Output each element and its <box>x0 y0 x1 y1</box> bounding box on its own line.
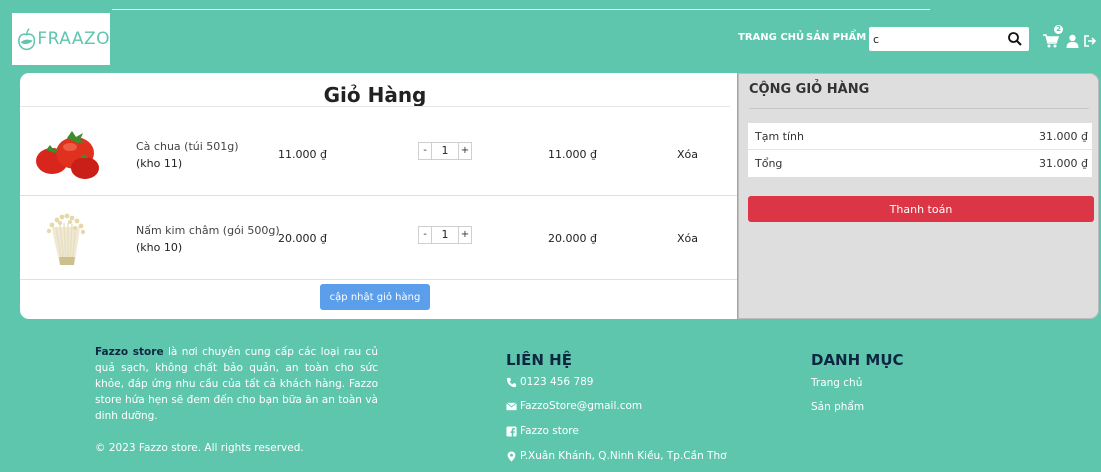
update-cart-button[interactable]: cập nhật giỏ hàng <box>320 284 430 310</box>
cart-panel: Giỏ Hàng Cà chua (túi 501g) (kho 11) 11.… <box>20 73 737 319</box>
search-icon[interactable] <box>1007 31 1023 47</box>
product-subtotal: 20.000 ₫ <box>548 232 597 245</box>
location-pin-icon <box>507 450 516 462</box>
facebook-icon <box>506 425 517 437</box>
address-text: P.Xuân Khánh, Q.Ninh Kiều, Tp.Cần Thơ <box>520 450 727 462</box>
cart-row: Cà chua (túi 501g) (kho 11) 11.000 ₫ - 1… <box>20 113 737 196</box>
cart-title: Giỏ Hàng <box>323 83 427 107</box>
logout-icon[interactable] <box>1083 34 1097 48</box>
category-link-home[interactable]: Trang chủ <box>811 377 862 389</box>
total-value: 31.000 ₫ <box>1039 157 1088 170</box>
checkout-button[interactable]: Thanh toán <box>748 196 1094 222</box>
contact-address[interactable]: P.Xuân Khánh, Q.Ninh Kiều, Tp.Cần Thơ <box>506 450 727 462</box>
decrease-quantity-button[interactable]: - <box>418 226 432 244</box>
product-name[interactable]: Nấm kim châm (gói 500g) <box>136 224 280 237</box>
product-stock: (kho 11) <box>136 157 183 170</box>
tomato-image <box>36 131 99 179</box>
contact-phone[interactable]: 0123 456 789 <box>506 376 593 388</box>
footer: Fazzo store là nơi chuyên cung cấp các l… <box>0 320 1101 472</box>
search-box <box>869 27 1029 51</box>
product-name[interactable]: Cà chua (túi 501g) <box>136 140 239 153</box>
totals-row-total: Tổng 31.000 ₫ <box>748 150 1092 177</box>
quantity-input[interactable]: 1 <box>432 142 458 160</box>
contact-facebook[interactable]: Fazzo store <box>506 425 579 437</box>
remove-item-link[interactable]: Xóa <box>677 148 698 161</box>
about-text: Fazzo store là nơi chuyên cung cấp các l… <box>95 344 378 424</box>
totals-table: Tạm tính 31.000 ₫ Tổng 31.000 ₫ <box>748 123 1092 177</box>
increase-quantity-button[interactable]: + <box>458 142 472 160</box>
logo[interactable]: FRAAZO <box>12 13 110 65</box>
product-price: 11.000 ₫ <box>278 148 327 161</box>
facebook-text: Fazzo store <box>520 425 579 437</box>
totals-title: CỘNG GIỎ HÀNG <box>749 82 870 97</box>
subtotal-label: Tạm tính <box>755 130 804 143</box>
decrease-quantity-button[interactable]: - <box>418 142 432 160</box>
cart-count-badge: 2 <box>1053 24 1064 35</box>
product-subtotal: 11.000 ₫ <box>548 148 597 161</box>
phone-icon <box>506 377 517 387</box>
nav-home[interactable]: TRANG CHỦ <box>738 32 804 43</box>
cart-row: Nấm kim châm (gói 500g) (kho 10) 20.000 … <box>20 197 737 280</box>
total-label: Tổng <box>755 157 783 170</box>
quantity-stepper: - 1 + <box>418 142 472 160</box>
contact-email[interactable]: FazzoStore@gmail.com <box>506 400 642 412</box>
envelope-icon <box>506 401 517 410</box>
subtotal-value: 31.000 ₫ <box>1039 130 1088 143</box>
email-text: FazzoStore@gmail.com <box>520 400 643 412</box>
totals-row-subtotal: Tạm tính 31.000 ₫ <box>748 123 1092 150</box>
about-brand: Fazzo store <box>95 346 164 358</box>
quantity-input[interactable]: 1 <box>432 226 458 244</box>
copyright: © 2023 Fazzo store. All rights reserved. <box>95 442 304 454</box>
enoki-mushroom-image <box>46 213 86 265</box>
contact-title: LIÊN HỆ <box>506 351 572 369</box>
cart-icon[interactable] <box>1043 34 1059 48</box>
logo-text: FRAAZO <box>37 29 110 49</box>
product-price: 20.000 ₫ <box>278 232 327 245</box>
increase-quantity-button[interactable]: + <box>458 226 472 244</box>
remove-item-link[interactable]: Xóa <box>677 232 698 245</box>
product-stock: (kho 10) <box>136 241 183 254</box>
header: FRAAZO TRANG CHỦ SẢN PHẨM 2 <box>0 10 1101 66</box>
quantity-stepper: - 1 + <box>418 226 472 244</box>
cart-totals-panel: CỘNG GIỎ HÀNG Tạm tính 31.000 ₫ Tổng 31.… <box>738 73 1099 319</box>
apple-logo-icon <box>18 28 36 51</box>
user-icon[interactable] <box>1066 34 1079 48</box>
search-input[interactable] <box>873 30 1001 48</box>
phone-text: 0123 456 789 <box>520 376 594 388</box>
category-link-products[interactable]: Sản phẩm <box>811 401 864 413</box>
totals-divider <box>749 108 1089 109</box>
category-title: DANH MỤC <box>811 351 904 369</box>
nav-products[interactable]: SẢN PHẨM <box>806 32 866 43</box>
cart-title-divider <box>20 106 730 107</box>
